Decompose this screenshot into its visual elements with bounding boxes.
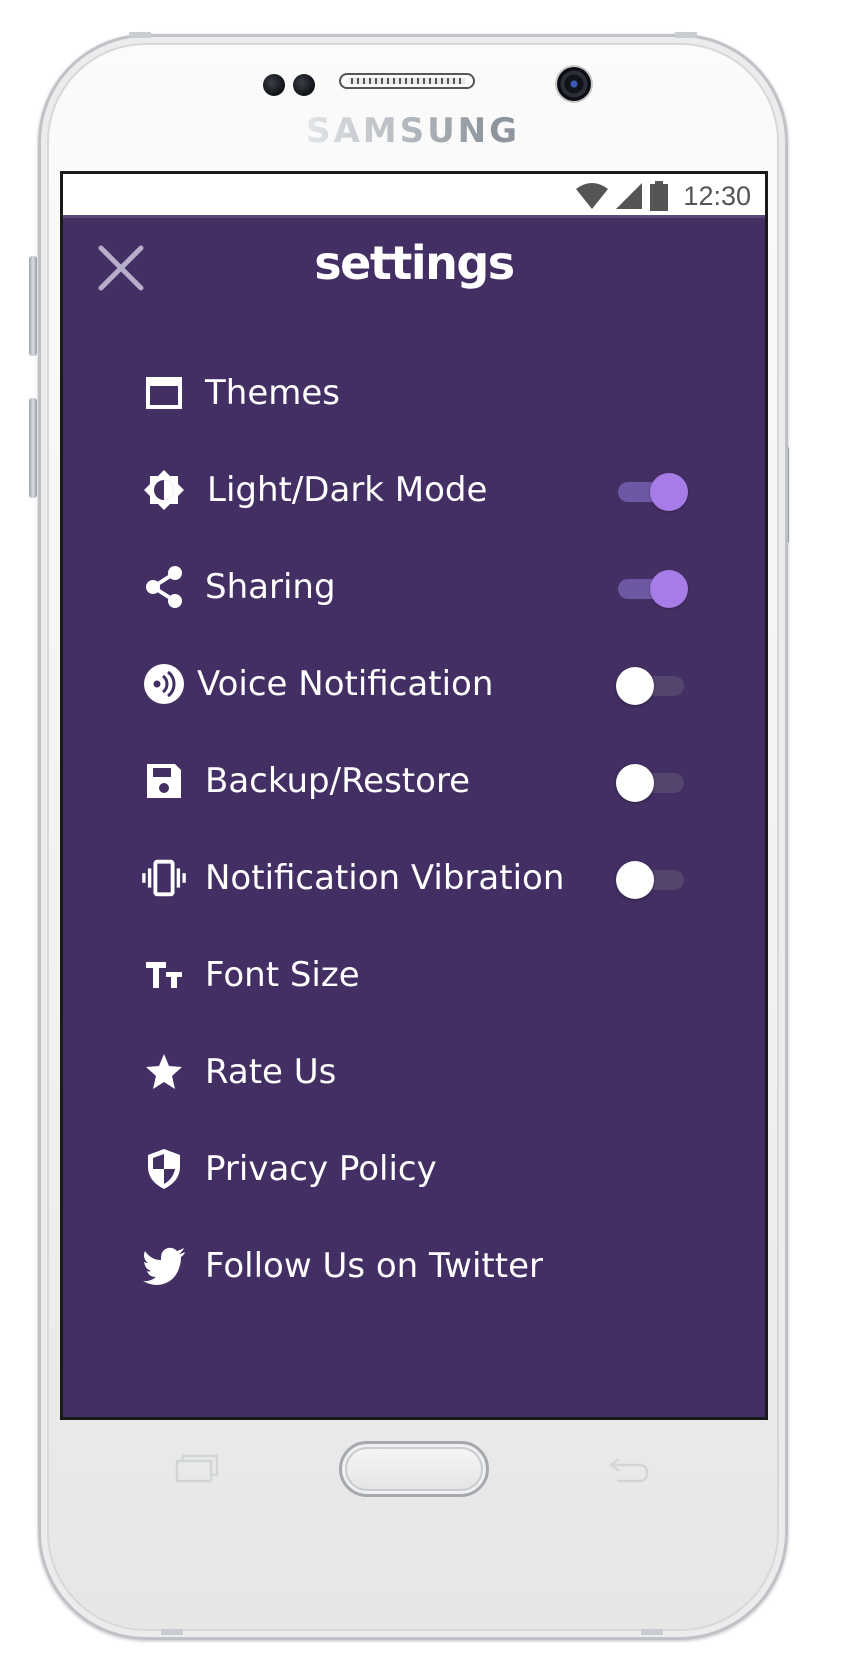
recent-apps-button[interactable] xyxy=(175,1453,219,1483)
brand-logo: SAMSUNG xyxy=(41,111,785,151)
frame-notch xyxy=(641,1629,663,1635)
settings-item-privacy-policy[interactable]: Privacy Policy xyxy=(63,1134,765,1204)
shield-icon xyxy=(141,1148,187,1190)
battery-icon xyxy=(650,181,669,211)
page-title: settings xyxy=(314,236,515,290)
notification-vibration-toggle[interactable] xyxy=(616,861,686,899)
settings-item-light-dark-mode[interactable]: Light/Dark Mode xyxy=(63,455,765,525)
frame-notch xyxy=(161,1629,183,1635)
settings-item-label: Light/Dark Mode xyxy=(207,470,488,510)
volume-down-button[interactable] xyxy=(29,398,37,498)
toggle-knob xyxy=(616,861,654,899)
back-icon xyxy=(608,1458,649,1483)
light-sensor xyxy=(293,74,315,96)
save-icon xyxy=(141,760,187,802)
light-dark-mode-toggle[interactable] xyxy=(616,473,688,511)
settings-item-backup-restore[interactable]: Backup/Restore xyxy=(63,746,765,816)
brightness-icon xyxy=(141,469,187,511)
settings-item-label: Backup/Restore xyxy=(205,761,471,801)
settings-item-font-size[interactable]: Font Size xyxy=(63,940,765,1010)
toggle-knob xyxy=(650,570,688,608)
voice-notification-toggle[interactable] xyxy=(616,667,686,705)
header: settings xyxy=(63,220,765,320)
toggle-knob xyxy=(616,764,654,802)
settings-item-label: Follow Us on Twitter xyxy=(205,1246,543,1286)
settings-item-label: Themes xyxy=(205,373,340,413)
home-button[interactable] xyxy=(339,1441,489,1497)
twitter-icon xyxy=(141,1245,187,1287)
front-camera xyxy=(557,67,591,101)
vibration-icon xyxy=(141,857,187,899)
sharing-toggle[interactable] xyxy=(616,570,688,608)
settings-item-themes[interactable]: Themes xyxy=(63,358,765,428)
frame-notch xyxy=(129,32,151,38)
settings-item-label: Notification Vibration xyxy=(205,858,565,898)
settings-item-notification-vibration[interactable]: Notification Vibration xyxy=(63,843,765,913)
voice-icon xyxy=(141,663,187,705)
app-screen: 12:30 settings Themes Light/Dark Mode Sh… xyxy=(60,171,768,1420)
status-time: 12:30 xyxy=(683,180,751,211)
status-icons: 12:30 xyxy=(575,180,751,212)
recent-apps-icon xyxy=(175,1454,219,1483)
settings-item-twitter[interactable]: Follow Us on Twitter xyxy=(63,1231,765,1301)
settings-item-label: Voice Notification xyxy=(197,664,494,704)
star-icon xyxy=(141,1051,187,1093)
backup-restore-toggle[interactable] xyxy=(616,764,686,802)
window-icon xyxy=(141,372,187,414)
frame-notch xyxy=(675,32,697,38)
settings-item-label: Privacy Policy xyxy=(205,1149,437,1189)
settings-item-label: Sharing xyxy=(205,567,336,607)
wifi-icon xyxy=(576,183,609,209)
toggle-knob xyxy=(616,667,654,705)
cell-signal-icon xyxy=(616,183,643,209)
settings-item-label: Rate Us xyxy=(205,1052,337,1092)
settings-item-voice-notification[interactable]: Voice Notification xyxy=(63,649,765,719)
phone-frame: SAMSUNG 12:30 settings Themes Light/Dark… xyxy=(38,32,788,1640)
back-button[interactable] xyxy=(607,1453,651,1485)
toggle-knob xyxy=(650,473,688,511)
proximity-sensor xyxy=(263,74,285,96)
earpiece-speaker xyxy=(339,73,475,89)
settings-item-sharing[interactable]: Sharing xyxy=(63,552,765,622)
settings-item-label: Font Size xyxy=(205,955,360,995)
share-icon xyxy=(141,566,187,608)
status-bar: 12:30 xyxy=(63,174,765,218)
settings-item-rate-us[interactable]: Rate Us xyxy=(63,1037,765,1107)
font-size-icon xyxy=(141,954,187,996)
volume-up-button[interactable] xyxy=(29,256,37,356)
